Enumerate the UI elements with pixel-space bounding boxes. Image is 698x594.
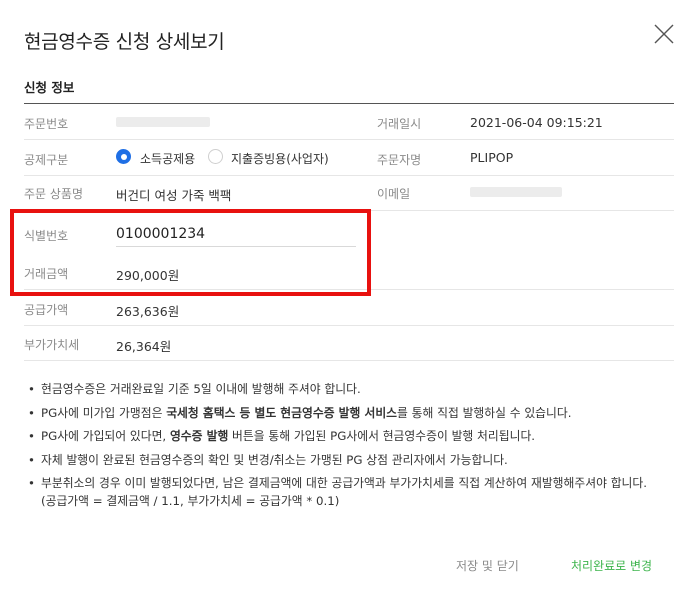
supply-value: 263,636원 — [116, 304, 180, 319]
radio-expense-proof[interactable] — [208, 149, 223, 164]
row-order: 주문번호 거래일시 2021-06-04 09:15:21 — [24, 104, 674, 140]
notice-item: 자체 발행이 완료된 현금영수증의 확인 및 변경/취소는 가맹된 PG 상점 … — [28, 451, 678, 469]
notice-item: PG사에 미가입 가맹점은 국세청 홈택스 등 별도 현금영수증 발행 서비스를… — [28, 404, 678, 422]
email-masked-value — [470, 187, 562, 197]
notice-text: 버튼을 통해 가입된 PG사에서 현금영수증이 발행 처리됩니다. — [228, 429, 536, 443]
deduction-label: 공제구분 — [24, 153, 69, 167]
notice-item: PG사에 가입되어 있다면, 영수증 발행 버튼을 통해 가입된 PG사에서 현… — [28, 427, 678, 445]
radio-expense-proof-label[interactable]: 지출증빙용(사업자) — [231, 150, 329, 167]
section-title: 신청 정보 — [24, 80, 75, 95]
notice-emphasis: 국세청 홈택스 등 별도 현금영수증 발행 서비스 — [166, 405, 398, 420]
save-and-close-button[interactable]: 저장 및 닫기 — [456, 557, 519, 574]
notice-text: PG사에 가입되어 있다면, — [41, 429, 170, 443]
notice-text: 를 통해 직접 발행하실 수 있습니다. — [397, 405, 572, 420]
radio-income-deduction[interactable] — [116, 149, 131, 164]
highlight-box — [10, 209, 371, 296]
notice-item: 현금영수증은 거래완료일 기준 5일 이내에 발행해 주셔야 합니다. — [28, 380, 678, 398]
supply-label: 공급가액 — [24, 303, 69, 317]
trade-date-label: 거래일시 — [377, 117, 422, 131]
trade-date-value: 2021-06-04 09:15:21 — [470, 115, 603, 130]
notice-emphasis: 영수증 발행 — [169, 429, 229, 443]
row-vat: 부가가치세 26,364원 — [24, 326, 674, 361]
vat-label: 부가가치세 — [24, 338, 80, 352]
notice-text: 현금영수증은 거래완료일 기준 5일 이내에 발행해 주셔야 합니다. — [41, 382, 361, 396]
notice-text: PG사에 미가입 가맹점은 — [41, 405, 167, 420]
notice-formula: (공급가액 = 결제금액 / 1.1, 부가가치세 = 공급가액 * 0.1) — [41, 494, 340, 508]
order-no-label: 주문번호 — [24, 117, 69, 131]
close-icon — [654, 24, 674, 44]
notice-text: 부분취소의 경우 이미 발행되었다면, 남은 결제금액에 대한 공급가액과 부가… — [41, 476, 648, 490]
modal-title: 현금영수증 신청 상세보기 — [24, 31, 225, 53]
orderer-label: 주문자명 — [377, 153, 422, 167]
row-deduction: 공제구분 소득공제용 지출증빙용(사업자) 주문자명 PLIPOP — [24, 140, 674, 176]
product-label: 주문 상품명 — [24, 187, 84, 201]
product-value: 버건디 여성 가죽 백팩 — [116, 188, 232, 203]
mark-complete-button[interactable]: 처리완료로 변경 — [571, 557, 652, 574]
orderer-value: PLIPOP — [470, 150, 514, 165]
email-label: 이메일 — [377, 187, 411, 201]
close-button[interactable] — [652, 22, 676, 46]
vat-value: 26,364원 — [116, 339, 172, 354]
cash-receipt-detail-modal: 현금영수증 신청 상세보기 신청 정보 주문번호 거래일시 2021-06-04… — [0, 0, 698, 594]
radio-income-deduction-label[interactable]: 소득공제용 — [140, 150, 195, 167]
notice-list: 현금영수증은 거래완료일 기준 5일 이내에 발행해 주셔야 합니다. PG사에… — [28, 380, 678, 516]
order-no-masked-value — [116, 117, 210, 127]
row-product: 주문 상품명 버건디 여성 가죽 백팩 이메일 — [24, 176, 674, 211]
notice-item: 부분취소의 경우 이미 발행되었다면, 남은 결제금액에 대한 공급가액과 부가… — [28, 474, 678, 510]
notice-text: 자체 발행이 완료된 현금영수증의 확인 및 변경/취소는 가맹된 PG 상점 … — [41, 452, 508, 467]
